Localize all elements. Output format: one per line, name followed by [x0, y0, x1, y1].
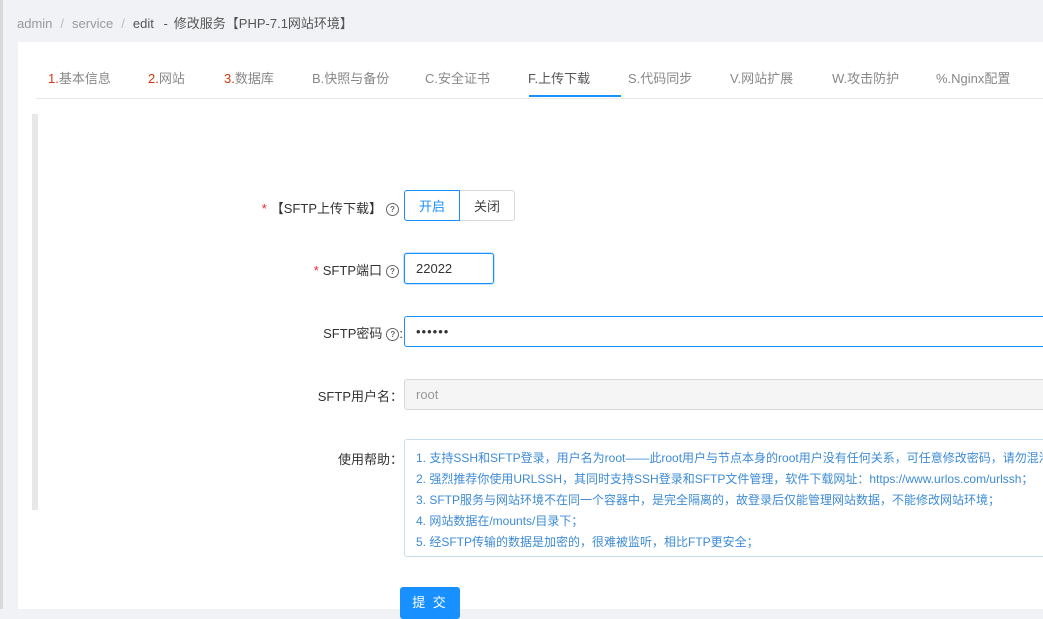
sftp-password-label-text: SFTP密码	[323, 326, 383, 341]
sftp-password-input[interactable]: ••••••	[404, 316, 1043, 347]
breadcrumb-admin[interactable]: admin	[17, 16, 52, 31]
enable-button[interactable]: 开启	[404, 190, 460, 221]
tab-upload-download[interactable]: F.上传下载	[528, 68, 590, 87]
tab-number: V.	[730, 71, 742, 86]
active-tab-indicator	[529, 95, 621, 97]
tab-label: 网站扩展	[741, 71, 794, 86]
help-line: 1. 支持SSH和SFTP登录，用户名为root——此root用户与节点本身的r…	[416, 451, 1043, 465]
tab-label: 网站	[158, 71, 185, 86]
help-textarea[interactable]: 1. 支持SSH和SFTP登录，用户名为root——此root用户与节点本身的r…	[404, 439, 1043, 557]
question-circle-icon[interactable]: ?	[386, 203, 399, 216]
tab-code-sync[interactable]: S.代码同步	[628, 68, 692, 87]
tab-number: S.	[628, 71, 641, 86]
breadcrumb: admin / service / edit - 修改服务【PHP-7.1网站环境】	[17, 13, 353, 32]
sftp-username-input: root	[404, 379, 1043, 410]
tab-database[interactable]: 3.数据库	[224, 68, 274, 87]
help-label: 使用帮助：	[337, 452, 403, 467]
tab-number: W.	[832, 71, 848, 86]
help-line: 3. SFTP服务与网站环境不在同一个容器中，是完全隔离的，故登录后仅能管理网站…	[416, 493, 1001, 507]
tab-label: 快照与备份	[324, 71, 390, 86]
required-mark: *	[261, 201, 267, 216]
tab-basic-info[interactable]: 1.基本信息	[48, 68, 111, 87]
tab-bar: 1.基本信息 2.网站 3.数据库 B.快照与备份 C.安全证书 F.上传下载 …	[36, 42, 1043, 99]
breadcrumb-edit: edit	[132, 16, 154, 31]
help-line: 4. 网站数据在/mounts/目录下；	[416, 514, 584, 528]
sftp-switch-label-text: 【SFTP上传下载】	[270, 201, 382, 216]
tab-number: C.	[425, 71, 438, 86]
breadcrumb-separator: /	[60, 16, 65, 31]
breadcrumb-current: 修改服务【PHP-7.1网站环境】	[173, 16, 353, 31]
tab-website[interactable]: 2.网站	[148, 68, 185, 87]
tab-label: 数据库	[234, 71, 274, 86]
sftp-username-label: SFTP用户名：	[317, 389, 403, 404]
form-panel: * 【SFTP上传下载】? 开启 关闭 * SFTP端口? 22022 SFTP密码…	[32, 114, 1043, 619]
sftp-switch-label: * 【SFTP上传下载】?	[262, 198, 399, 217]
tab-attack-protection[interactable]: W.攻击防护	[832, 68, 899, 87]
window-edge	[0, 0, 3, 609]
tab-number: 2.	[148, 71, 159, 86]
tab-label: 上传下载	[538, 71, 591, 86]
tab-label: 基本信息	[58, 71, 111, 86]
sftp-port-label: * SFTP端口?	[314, 260, 399, 279]
tab-number: %.	[936, 71, 952, 86]
help-line: 2. 强烈推荐你使用URLSSH，其同时支持SSH登录和SFTP文件管理，软件下…	[416, 472, 1034, 486]
sftp-port-input[interactable]: 22022	[404, 253, 494, 284]
tab-label: Nginx配置	[951, 71, 1011, 86]
tab-nginx-config[interactable]: %.Nginx配置	[936, 68, 1010, 87]
tab-number: 3.	[224, 71, 235, 86]
tab-ssl-certificate[interactable]: C.安全证书	[425, 68, 490, 87]
breadcrumb-bar: admin / service / edit - 修改服务【PHP-7.1网站环境】	[3, 0, 1043, 42]
disable-button[interactable]: 关闭	[459, 190, 515, 221]
required-mark: *	[313, 263, 319, 278]
tab-label: 安全证书	[438, 71, 491, 86]
tab-number: 1.	[48, 71, 59, 86]
tab-number: B.	[312, 71, 325, 86]
main-card: 1.基本信息 2.网站 3.数据库 B.快照与备份 C.安全证书 F.上传下载 …	[18, 42, 1043, 619]
breadcrumb-separator: /	[121, 16, 125, 31]
tab-snapshot-backup[interactable]: B.快照与备份	[312, 68, 389, 87]
help-line: 5. 经SFTP传输的数据是加密的，很难被监听，相比FTP更安全；	[416, 535, 759, 549]
tab-label: 攻击防护	[847, 71, 900, 86]
label-colon: :	[399, 326, 403, 341]
question-circle-icon[interactable]: ?	[386, 328, 400, 341]
sftp-port-label-text: SFTP端口	[322, 263, 382, 278]
breadcrumb-service[interactable]: service	[72, 16, 113, 31]
question-circle-icon[interactable]: ?	[386, 265, 399, 278]
tab-site-extension[interactable]: V.网站扩展	[730, 68, 793, 87]
sftp-password-label: SFTP密码?:	[323, 323, 403, 342]
panel-left-bar	[32, 114, 38, 510]
breadcrumb-dash: -	[163, 16, 168, 31]
submit-button[interactable]: 提 交	[400, 587, 460, 619]
tab-number: F.	[528, 71, 539, 86]
tab-label: 代码同步	[640, 71, 693, 86]
